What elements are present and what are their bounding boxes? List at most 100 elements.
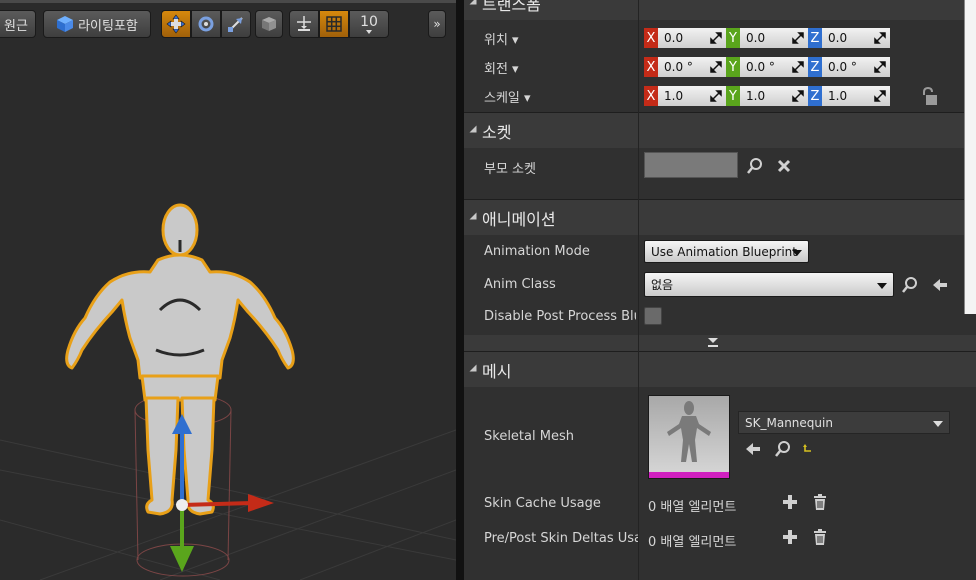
location-z-field[interactable]: 0.0 — [822, 28, 890, 48]
disable-post-process-checkbox[interactable] — [644, 307, 662, 325]
parent-socket-field[interactable] — [644, 152, 738, 178]
rotation-x-field[interactable]: 0.0 ° — [658, 57, 726, 77]
surface-snap-button[interactable] — [289, 10, 319, 38]
chevron-down-icon — [366, 30, 372, 34]
double-chevron-right-icon: » — [433, 17, 441, 31]
mesh-category-header[interactable]: 메시 — [464, 351, 976, 387]
axis-y-label: Y — [726, 86, 740, 106]
use-selected-arrow-icon[interactable] — [931, 276, 949, 294]
transform-gizmo[interactable] — [140, 410, 290, 580]
lighting-mode-button[interactable]: 라이팅포함 — [43, 10, 151, 38]
skin-cache-label: Skin Cache Usage — [484, 496, 601, 511]
axis-x-label: X — [644, 28, 658, 48]
translate-mode-button[interactable] — [161, 10, 191, 38]
collapse-triangle-icon — [469, 0, 477, 5]
clear-x-icon[interactable] — [776, 158, 792, 174]
level-viewport[interactable]: 원근 라이팅포함 10 » — [0, 0, 456, 580]
rotation-label[interactable]: 회전 ▾ — [484, 58, 519, 77]
scale-mode-button[interactable] — [221, 10, 251, 38]
animation-mode-dropdown[interactable]: Use Animation Blueprint — [644, 240, 809, 263]
axis-x-label: X — [644, 57, 658, 77]
details-panel: 트랜스폼 위치 ▾ X 0.0 Y 0.0 Z 0.0 회전 ▾ X 0.0 °… — [464, 0, 976, 580]
advanced-expander[interactable] — [464, 335, 976, 351]
anim-class-dropdown[interactable]: 없음 — [644, 272, 894, 297]
animation-mode-value: Use Animation Blueprint — [651, 244, 797, 259]
move-arrows-icon — [166, 14, 186, 34]
axis-z-label: Z — [808, 57, 822, 77]
parent-socket-label: 부모 소켓 — [484, 162, 536, 177]
world-local-button[interactable] — [255, 10, 283, 38]
chevron-down-icon — [792, 249, 802, 256]
gizmo-y-arrow[interactable] — [170, 546, 194, 572]
expand-arrows-icon — [792, 32, 804, 44]
chevron-down-icon — [877, 282, 887, 289]
skeletal-mesh-label: Skeletal Mesh — [484, 429, 574, 444]
lock-icon[interactable] — [920, 86, 938, 106]
mannequin-thumbnail-image — [667, 401, 711, 462]
panel-splitter[interactable] — [456, 0, 464, 580]
reset-to-default-icon[interactable] — [802, 443, 814, 455]
axis-y-label: Y — [726, 57, 740, 77]
expand-arrows-icon — [874, 32, 886, 44]
add-element-icon[interactable] — [782, 494, 798, 510]
expand-arrows-icon — [710, 90, 722, 102]
add-element-icon[interactable] — [782, 529, 798, 545]
trash-icon[interactable] — [812, 528, 828, 546]
axis-z-label: Z — [808, 28, 822, 48]
use-selected-arrow-icon[interactable] — [744, 441, 762, 457]
location-label[interactable]: 위치 ▾ — [484, 29, 519, 48]
anim-class-label: Anim Class — [484, 277, 556, 292]
transform-category-header[interactable]: 트랜스폼 — [464, 0, 976, 20]
location-vector: X 0.0 Y 0.0 Z 0.0 — [644, 28, 890, 48]
scale-label[interactable]: 스케일 ▾ — [484, 87, 531, 106]
expand-arrows-icon — [710, 61, 722, 73]
rotate-mode-button[interactable] — [191, 10, 221, 38]
transform-category-title: 트랜스폼 — [482, 0, 541, 14]
gizmo-x-axis[interactable] — [181, 501, 253, 507]
toolbar-overflow-button[interactable]: » — [428, 10, 446, 38]
cube-icon — [262, 17, 276, 31]
browse-search-icon[interactable] — [774, 440, 792, 458]
grid-size-value: 10 — [360, 14, 378, 30]
animation-mode-label: Animation Mode — [484, 244, 590, 259]
axis-y-label: Y — [726, 28, 740, 48]
skeletal-mesh-dropdown[interactable]: SK_Mannequin — [738, 411, 950, 434]
pre-post-skin-deltas-value: 0 배열 엘리먼트 — [648, 535, 737, 550]
grid-icon — [326, 16, 342, 32]
rotation-z-field[interactable]: 0.0 ° — [822, 57, 890, 77]
location-x-field[interactable]: 0.0 — [658, 28, 726, 48]
skeletal-mesh-thumbnail[interactable] — [648, 395, 730, 479]
details-column-splitter[interactable] — [638, 0, 639, 580]
perspective-label: 원근 — [4, 18, 28, 34]
animation-category-header[interactable]: 애니메이션 — [464, 199, 976, 235]
scale-icon — [228, 17, 243, 32]
transform-rows: 위치 ▾ X 0.0 Y 0.0 Z 0.0 회전 ▾ X 0.0 ° Y 0.… — [464, 20, 976, 116]
rotate-icon — [198, 16, 214, 32]
grid-size-dropdown[interactable]: 10 — [349, 10, 389, 38]
expand-arrows-icon — [874, 90, 886, 102]
expand-down-icon — [708, 338, 718, 347]
scale-y-field[interactable]: 1.0 — [740, 86, 808, 106]
search-icon[interactable] — [901, 276, 919, 294]
socket-category-header[interactable]: 소켓 — [464, 112, 976, 148]
search-icon[interactable] — [746, 157, 764, 175]
scale-x-field[interactable]: 1.0 — [658, 86, 726, 106]
trash-icon[interactable] — [812, 493, 828, 511]
scale-z-field[interactable]: 1.0 — [822, 86, 890, 106]
grid-snap-toggle[interactable] — [319, 10, 349, 38]
location-y-field[interactable]: 0.0 — [740, 28, 808, 48]
gizmo-x-arrow[interactable] — [248, 494, 274, 512]
rotation-vector: X 0.0 ° Y 0.0 ° Z 0.0 ° — [644, 57, 890, 77]
rotation-y-field[interactable]: 0.0 ° — [740, 57, 808, 77]
animation-rows: Animation Mode Use Animation Blueprint A… — [464, 235, 976, 335]
mesh-category-title: 메시 — [482, 362, 512, 381]
chevron-down-icon — [933, 420, 943, 427]
perspective-button[interactable]: 원근 — [0, 10, 36, 38]
parent-socket-row: 부모 소켓 — [464, 148, 976, 200]
asset-type-bar — [649, 472, 729, 478]
lighting-label: 라이팅포함 — [78, 18, 138, 34]
gizmo-center[interactable] — [176, 499, 188, 511]
overlapping-window-edge — [964, 0, 976, 314]
expand-arrows-icon — [792, 61, 804, 73]
gizmo-z-arrow[interactable] — [172, 414, 192, 434]
